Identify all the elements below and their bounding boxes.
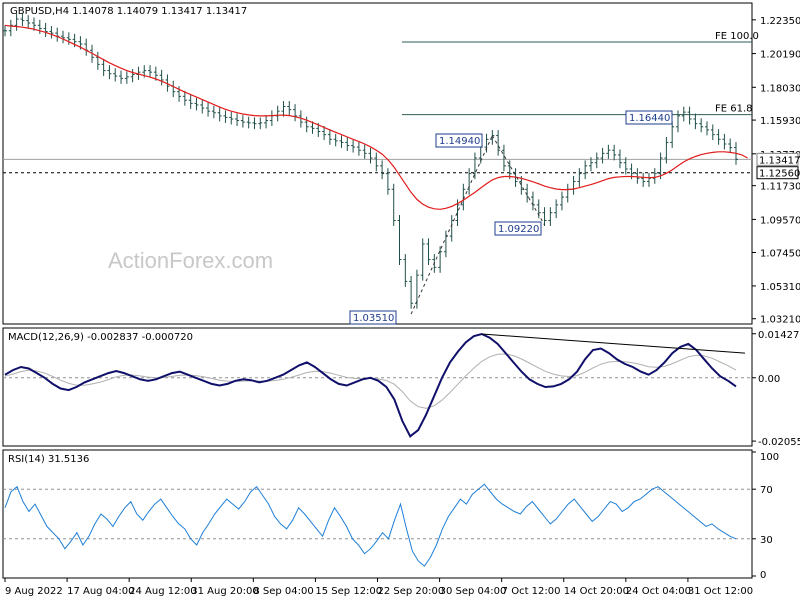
rsi-title: RSI(14) 31.5136 — [8, 454, 89, 465]
price-tick-label: 1.09570 — [760, 215, 800, 226]
time-tick-label: 24 Oct 04:00 — [626, 586, 691, 597]
rsi-tick-label: 100 — [760, 452, 779, 463]
macd-tick-label: -0.020556 — [758, 437, 800, 448]
rsi-tick-label: 30 — [760, 535, 773, 546]
chart-background — [0, 0, 800, 600]
swing-label: 1.16440 — [629, 113, 670, 124]
rsi-tick-label: 0 — [760, 570, 766, 581]
price-tick-label: 1.07450 — [760, 249, 800, 260]
fe-level-label: FE 100.0 — [715, 31, 759, 42]
time-tick-label: 17 Aug 04:00 — [67, 586, 134, 597]
price-tick-label: 1.22350 — [760, 16, 800, 27]
swing-label: 1.03510 — [353, 313, 394, 324]
watermark: ActionForex.com — [108, 248, 273, 273]
time-tick-label: 8 Sep 04:00 — [253, 586, 313, 597]
fe-level-label: FE 61.8 — [715, 104, 753, 115]
price-tick-label: 1.15930 — [760, 116, 800, 127]
price-tick-label: 1.11730 — [760, 182, 800, 193]
price-tick-label: 1.05310 — [760, 282, 800, 293]
time-tick-label: 9 Aug 2022 — [5, 586, 63, 597]
macd-tick-label: 0.014278 — [758, 330, 800, 341]
time-tick-label: 24 Aug 12:00 — [129, 586, 196, 597]
time-tick-label: 30 Sep 04:00 — [440, 586, 507, 597]
macd-tick-label: 0.00 — [758, 374, 780, 385]
time-tick-label: 22 Sep 20:00 — [378, 586, 445, 597]
time-tick-label: 31 Aug 20:00 — [191, 586, 258, 597]
time-tick-label: 15 Sep 12:00 — [315, 586, 382, 597]
time-tick-label: 31 Oct 12:00 — [688, 586, 753, 597]
price-tick-label: 1.18030 — [760, 83, 800, 94]
macd-title: MACD(12,26,9) -0.002837 -0.000720 — [8, 332, 193, 343]
gbpusd-h4-chart: ActionForex.com GBPUSD,H4 1.14078 1.1407… — [0, 0, 800, 600]
swing-label: 1.09220 — [498, 224, 539, 235]
symbol-header: GBPUSD,H4 1.14078 1.14079 1.13417 1.1341… — [10, 6, 247, 17]
price-tag-label: 1.12560 — [759, 169, 800, 180]
price-tick-label: 1.20190 — [760, 50, 800, 61]
time-tick-label: 7 Oct 12:00 — [502, 586, 561, 597]
swing-label: 1.14940 — [439, 136, 480, 147]
price-tag-label: 1.13417 — [759, 155, 800, 166]
rsi-tick-label: 70 — [760, 485, 773, 496]
price-tick-label: 1.03210 — [760, 315, 800, 326]
time-tick-label: 14 Oct 20:00 — [564, 586, 629, 597]
